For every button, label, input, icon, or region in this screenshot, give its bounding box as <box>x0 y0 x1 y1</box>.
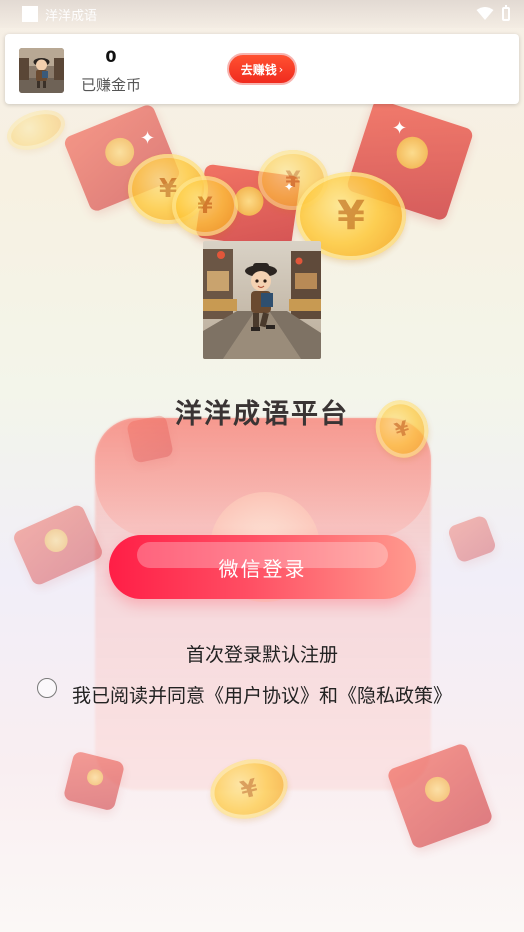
red-envelope-decoration <box>446 514 498 564</box>
status-indicators <box>476 5 510 21</box>
go-earn-button[interactable]: 去赚钱 › <box>227 53 297 85</box>
wechat-login-button[interactable]: 微信登录 <box>109 535 416 599</box>
gold-coin-decoration <box>1 102 71 158</box>
sparkle-icon: ✦ <box>392 118 408 139</box>
gold-coin-decoration: ¥ <box>172 176 238 236</box>
app-logo-illustration <box>203 241 321 359</box>
battery-icon <box>502 5 510 21</box>
platform-title: 洋洋成语平台 <box>175 399 349 430</box>
earnings-bar: 0 已赚金币 去赚钱 › <box>5 34 519 104</box>
wifi-icon <box>476 7 494 20</box>
wechat-login-label: 微信登录 <box>218 556 307 581</box>
chevron-right-icon: › <box>278 62 284 76</box>
agreement-text[interactable]: 我已阅读并同意《用户协议》和《隐私政策》 <box>72 681 452 708</box>
red-envelope-decoration <box>11 503 105 587</box>
sparkle-icon: ✦ <box>284 180 295 194</box>
go-earn-label: 去赚钱 <box>240 62 277 77</box>
sparkle-icon: ✦ <box>140 128 156 149</box>
earned-coins-label: 已赚金币 <box>81 76 142 94</box>
earned-coins-value: 0 <box>105 47 117 66</box>
app-icon <box>22 6 38 22</box>
first-login-note: 首次登录默认注册 <box>185 644 338 666</box>
status-bar: 洋洋成语 <box>0 0 524 28</box>
avatar <box>19 48 64 93</box>
agreement-checkbox[interactable] <box>37 678 57 698</box>
status-app-title: 洋洋成语 <box>45 8 98 24</box>
